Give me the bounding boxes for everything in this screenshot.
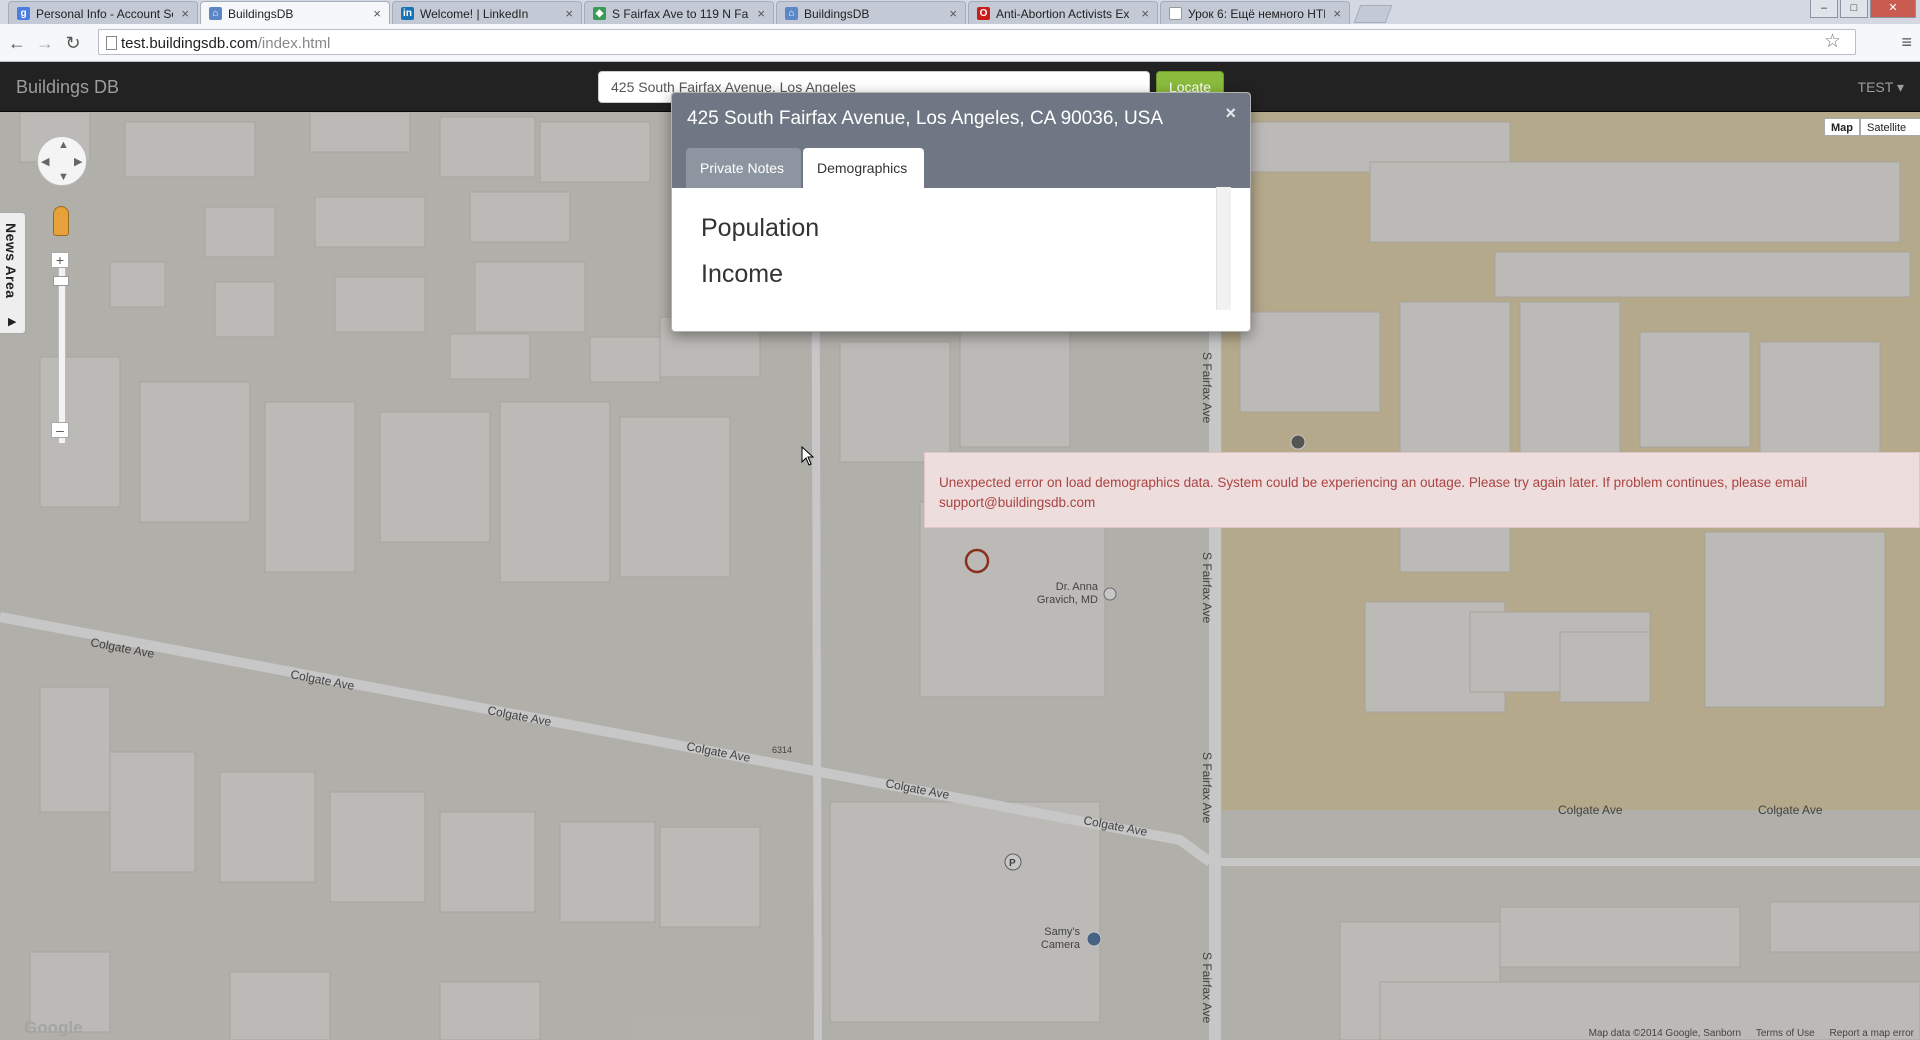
modal-body: Population Income (672, 188, 1250, 331)
street-view-pegman-icon[interactable] (53, 206, 69, 236)
close-tab-icon[interactable]: × (757, 6, 765, 21)
terms-link[interactable]: Terms of Use (1756, 1028, 1815, 1039)
pan-down-icon[interactable]: ▼ (58, 171, 69, 183)
window-controls: – □ ✕ (1810, 0, 1916, 18)
map-attribution: Map data ©2014 Google, Sanborn Terms of … (1577, 1028, 1914, 1039)
close-tab-icon[interactable]: × (373, 6, 381, 21)
user-menu[interactable]: TEST ▾ (1858, 79, 1904, 96)
close-icon[interactable]: × (1225, 103, 1236, 124)
error-message: Unexpected error on load demographics da… (939, 475, 1808, 510)
map-type-map-button[interactable]: Map (1824, 118, 1860, 136)
url-path: /index.html (257, 35, 331, 52)
buildingsdb-icon: ⌂ (785, 7, 798, 20)
modal-title: 425 South Fairfax Avenue, Los Angeles, C… (687, 108, 1164, 129)
close-window-icon[interactable]: ✕ (1870, 0, 1916, 18)
tab-demographics[interactable]: Demographics (803, 148, 924, 188)
opera-icon: O (977, 7, 990, 20)
reload-icon[interactable]: ↻ (62, 32, 84, 54)
map-data-credit: Map data ©2014 Google, Sanborn (1588, 1028, 1742, 1039)
browser-tab-active[interactable]: ⌂ BuildingsDB × (200, 1, 390, 24)
google-icon: g (17, 7, 30, 20)
back-arrow-icon[interactable]: ← (6, 32, 28, 54)
close-tab-icon[interactable]: × (949, 6, 957, 21)
browser-menu-icon[interactable]: ≡ (1901, 32, 1912, 53)
pan-left-icon[interactable]: ◀ (41, 155, 49, 168)
browser-toolbar: ← → ↻ test.buildingsdb.com/index.html ☆ … (0, 24, 1920, 62)
tab-private-notes[interactable]: Private Notes (686, 148, 801, 188)
close-tab-icon[interactable]: × (181, 6, 189, 21)
building-info-modal: 425 South Fairfax Avenue, Los Angeles, C… (671, 92, 1251, 332)
zoom-in-button[interactable]: + (51, 252, 69, 268)
browser-tab[interactable]: O Anti-Abortion Activists Ex × (968, 1, 1158, 24)
browser-tab-strip: g Personal Info - Account Se × ⌂ Buildin… (0, 0, 1920, 24)
url-host: test.buildingsdb.com (121, 35, 258, 52)
mouse-cursor-icon (801, 446, 815, 466)
forward-arrow-icon[interactable]: → (34, 32, 56, 54)
minimize-icon[interactable]: – (1810, 0, 1838, 18)
maximize-icon[interactable]: □ (1840, 0, 1868, 18)
google-logo: Google (24, 1018, 83, 1037)
zoom-out-button[interactable]: – (51, 422, 69, 438)
modal-scrollbar[interactable] (1216, 187, 1231, 310)
income-heading: Income (701, 260, 783, 288)
population-heading: Population (701, 214, 820, 242)
close-tab-icon[interactable]: × (1141, 6, 1149, 21)
report-error-link[interactable]: Report a map error (1830, 1028, 1914, 1039)
new-tab-button[interactable] (1353, 5, 1393, 23)
maps-icon: ◆ (593, 7, 606, 20)
expand-arrow-icon: ▶ (8, 316, 17, 328)
close-tab-icon[interactable]: × (565, 6, 573, 21)
close-tab-icon[interactable]: × (1333, 6, 1341, 21)
brand-title[interactable]: Buildings DB (16, 77, 119, 98)
linkedin-icon: in (401, 7, 414, 20)
bookmark-star-icon[interactable]: ☆ (1824, 30, 1841, 53)
map-type-satellite-button[interactable]: Satellite (1860, 118, 1920, 136)
pan-right-icon[interactable]: ▶ (74, 155, 82, 168)
error-alert: Unexpected error on load demographics da… (924, 452, 1920, 528)
address-bar[interactable]: test.buildingsdb.com/index.html ☆ (98, 29, 1856, 55)
page-icon (106, 36, 117, 50)
browser-tab[interactable]: in Welcome! | LinkedIn × (392, 1, 582, 24)
news-area-toggle[interactable]: News Area ▶ (0, 212, 26, 334)
news-area-label: News Area (3, 223, 19, 299)
buildingsdb-icon: ⌂ (209, 7, 222, 20)
zoom-slider-thumb[interactable] (53, 276, 69, 286)
browser-tab[interactable]: ◆ S Fairfax Ave to 119 N Fair × (584, 1, 774, 24)
browser-tab[interactable]: ⌂ BuildingsDB × (776, 1, 966, 24)
browser-tab[interactable]: Урок 6: Ещё немного HTM × (1160, 1, 1350, 24)
pan-control[interactable]: ▲ ▼ ◀ ▶ (37, 136, 87, 186)
pan-up-icon[interactable]: ▲ (58, 139, 69, 151)
browser-tab[interactable]: g Personal Info - Account Se × (8, 1, 198, 24)
modal-header: 425 South Fairfax Avenue, Los Angeles, C… (672, 93, 1250, 188)
page-icon (1169, 7, 1182, 20)
